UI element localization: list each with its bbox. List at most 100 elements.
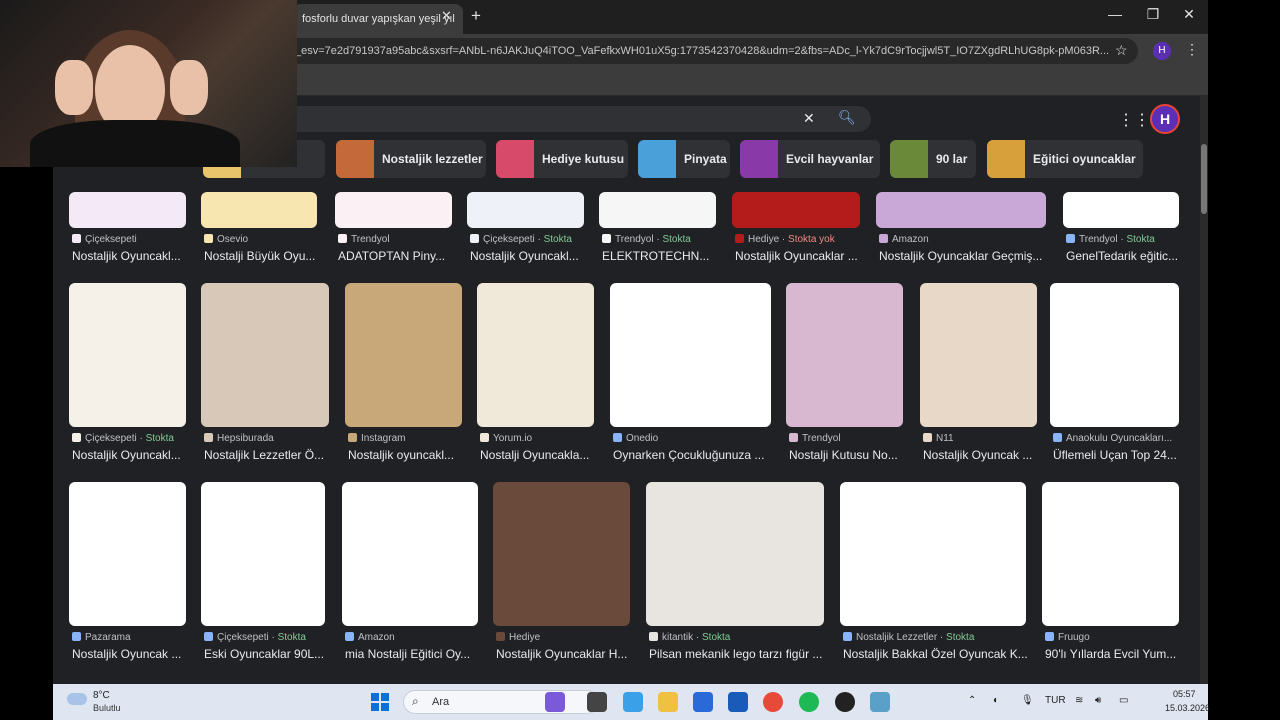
result-title[interactable]: Nostaljik Bakkal Özel Oyuncak K... [843, 647, 1041, 661]
result-title[interactable]: Nostaljik Oyuncaklar ... [735, 249, 875, 263]
result-source[interactable]: Onedio [613, 433, 658, 444]
clock-date[interactable]: 15.03.2026 [1165, 703, 1210, 713]
result-title[interactable]: 90'lı Yıllarda Evcil Yum... [1045, 647, 1194, 661]
volume-icon[interactable]: 🔊︎ [1095, 695, 1101, 706]
store-icon[interactable] [693, 692, 713, 712]
copilot-icon[interactable] [623, 692, 643, 712]
result-title[interactable]: ADATOPTAN Piny... [338, 249, 467, 263]
scrollbar-thumb[interactable] [1201, 144, 1207, 214]
tray-chevron-icon[interactable]: ⌃ [968, 695, 976, 706]
result-title[interactable]: Nostaljik oyuncakl... [348, 448, 477, 462]
chrome-icon[interactable] [763, 692, 783, 712]
bookmark-star-icon[interactable]: ☆ [1115, 42, 1128, 59]
result-title[interactable]: Nostaljik Lezzetler Ö... [204, 448, 344, 462]
result-source[interactable]: Fruugo [1045, 632, 1090, 643]
profile-button[interactable]: H [1153, 42, 1171, 60]
result-source[interactable]: Hepsiburada [204, 433, 274, 444]
result-title[interactable]: Nostalji Oyuncakla... [480, 448, 609, 462]
account-avatar[interactable]: H [1150, 104, 1180, 134]
result-thumbnail[interactable] [69, 283, 186, 427]
result-title[interactable]: mia Nostalji Eğitici Oy... [345, 647, 493, 661]
result-title[interactable]: Nostaljik Oyuncakl... [72, 448, 201, 462]
result-source[interactable]: N11 [923, 433, 954, 444]
result-source[interactable]: Yorum.io [480, 433, 532, 444]
result-thumbnail[interactable] [493, 482, 630, 626]
result-thumbnail[interactable] [876, 192, 1046, 228]
restore-icon[interactable]: ❐ [1138, 6, 1168, 23]
result-source[interactable]: Pazarama [72, 632, 131, 643]
filter-chip[interactable]: Evcil hayvanlar [740, 140, 880, 178]
result-thumbnail[interactable] [646, 482, 824, 626]
file-explorer-icon[interactable] [658, 692, 678, 712]
result-thumbnail[interactable] [599, 192, 716, 228]
start-button[interactable] [371, 693, 389, 711]
result-source[interactable]: Çiçeksepeti · Stokta [72, 433, 174, 444]
result-source[interactable]: Hediye · Stokta yok [735, 234, 835, 245]
task-view-icon[interactable] [587, 692, 607, 712]
result-thumbnail[interactable] [1042, 482, 1179, 626]
result-source[interactable]: Nostaljik Lezzetler · Stokta [843, 632, 974, 643]
result-title[interactable]: Nostaljik Oyuncakl... [72, 249, 201, 263]
result-source[interactable]: Çiçeksepeti · Stokta [204, 632, 306, 643]
result-thumbnail[interactable] [477, 283, 594, 427]
filter-chip[interactable]: Hediye kutusu [496, 140, 628, 178]
weather-cloud-icon[interactable] [67, 693, 87, 705]
page-scrollbar[interactable] [1200, 96, 1208, 684]
result-source[interactable]: Instagram [348, 433, 405, 444]
result-source[interactable]: Trendyol [338, 234, 390, 245]
result-title[interactable]: Nostaljik Oyuncaklar H... [496, 647, 645, 661]
outlook-icon[interactable] [728, 692, 748, 712]
battery-icon[interactable]: ▭ [1119, 695, 1128, 706]
new-tab-icon[interactable]: + [471, 6, 481, 26]
result-source[interactable]: Çiçeksepeti · Stokta [470, 234, 572, 245]
result-title[interactable]: Nostaljik Oyuncak ... [923, 448, 1052, 462]
taskbar-search[interactable]: ⌕ Ara [403, 690, 599, 714]
wifi-icon[interactable]: ≋ [1075, 695, 1083, 706]
address-bar[interactable]: _esv=7e2d791937a95abc&sxsrf=ANbL-n6JAKJu… [253, 38, 1138, 64]
result-title[interactable]: Pilsan mekanik lego tarzı figür ... [649, 647, 839, 661]
tab-active[interactable]: fosforlu duvar yapışkan yeşil yıl [293, 4, 463, 34]
result-source[interactable]: Osevio [204, 234, 248, 245]
filter-chip[interactable]: Pinyata [638, 140, 730, 178]
filter-chip[interactable]: Nostaljik lezzetler [336, 140, 486, 178]
result-thumbnail[interactable] [610, 283, 771, 427]
close-tab-icon[interactable]: ✕ [441, 8, 452, 24]
result-source[interactable]: Trendyol · Stokta [1066, 234, 1155, 245]
minimize-icon[interactable]: — [1100, 6, 1130, 22]
result-title[interactable]: Nostalji Kutusu No... [789, 448, 918, 462]
result-thumbnail[interactable] [345, 283, 462, 427]
result-title[interactable]: ELEKTROTECHN... [602, 249, 731, 263]
result-title[interactable]: Nostaljik Oyuncakl... [470, 249, 599, 263]
result-title[interactable]: GenelTedarik eğitic... [1066, 249, 1194, 263]
result-source[interactable]: Amazon [879, 234, 929, 245]
filter-chip[interactable]: 90 lar [890, 140, 976, 178]
clock-time[interactable]: 05:57 [1173, 689, 1196, 699]
result-thumbnail[interactable] [342, 482, 478, 626]
spotify-icon[interactable] [799, 692, 819, 712]
result-title[interactable]: Eski Oyuncaklar 90L... [204, 647, 340, 661]
result-thumbnail[interactable] [335, 192, 452, 228]
result-title[interactable]: Nostaljik Oyuncak ... [72, 647, 201, 661]
result-thumbnail[interactable] [201, 283, 329, 427]
result-thumbnail[interactable] [732, 192, 860, 228]
result-source[interactable]: Amazon [345, 632, 395, 643]
result-thumbnail[interactable] [1050, 283, 1179, 427]
result-thumbnail[interactable] [786, 283, 903, 427]
result-title[interactable]: Oynarken Çocukluğunuza ... [613, 448, 786, 462]
microphone-icon[interactable]: 🎙︎ [1021, 695, 1034, 706]
search-icon[interactable]: 🔍︎ [838, 109, 856, 126]
result-source[interactable]: Trendyol · Stokta [602, 234, 691, 245]
result-source[interactable]: Anaokulu Oyuncakları... [1053, 433, 1172, 444]
clear-search-icon[interactable]: ✕ [803, 110, 815, 127]
network-icon[interactable]: ◐ [993, 695, 999, 706]
menu-icon[interactable]: ⋮ [1185, 41, 1199, 58]
result-source[interactable]: Hediye [496, 632, 540, 643]
result-thumbnail[interactable] [467, 192, 584, 228]
result-source[interactable]: Çiçeksepeti [72, 234, 137, 245]
language-indicator[interactable]: TUR [1045, 695, 1066, 706]
result-source[interactable]: Trendyol [789, 433, 841, 444]
search-box[interactable]: ✕ 🔍︎ [243, 106, 871, 132]
result-thumbnail[interactable] [920, 283, 1037, 427]
result-thumbnail[interactable] [69, 482, 186, 626]
close-window-icon[interactable]: ✕ [1174, 6, 1204, 23]
